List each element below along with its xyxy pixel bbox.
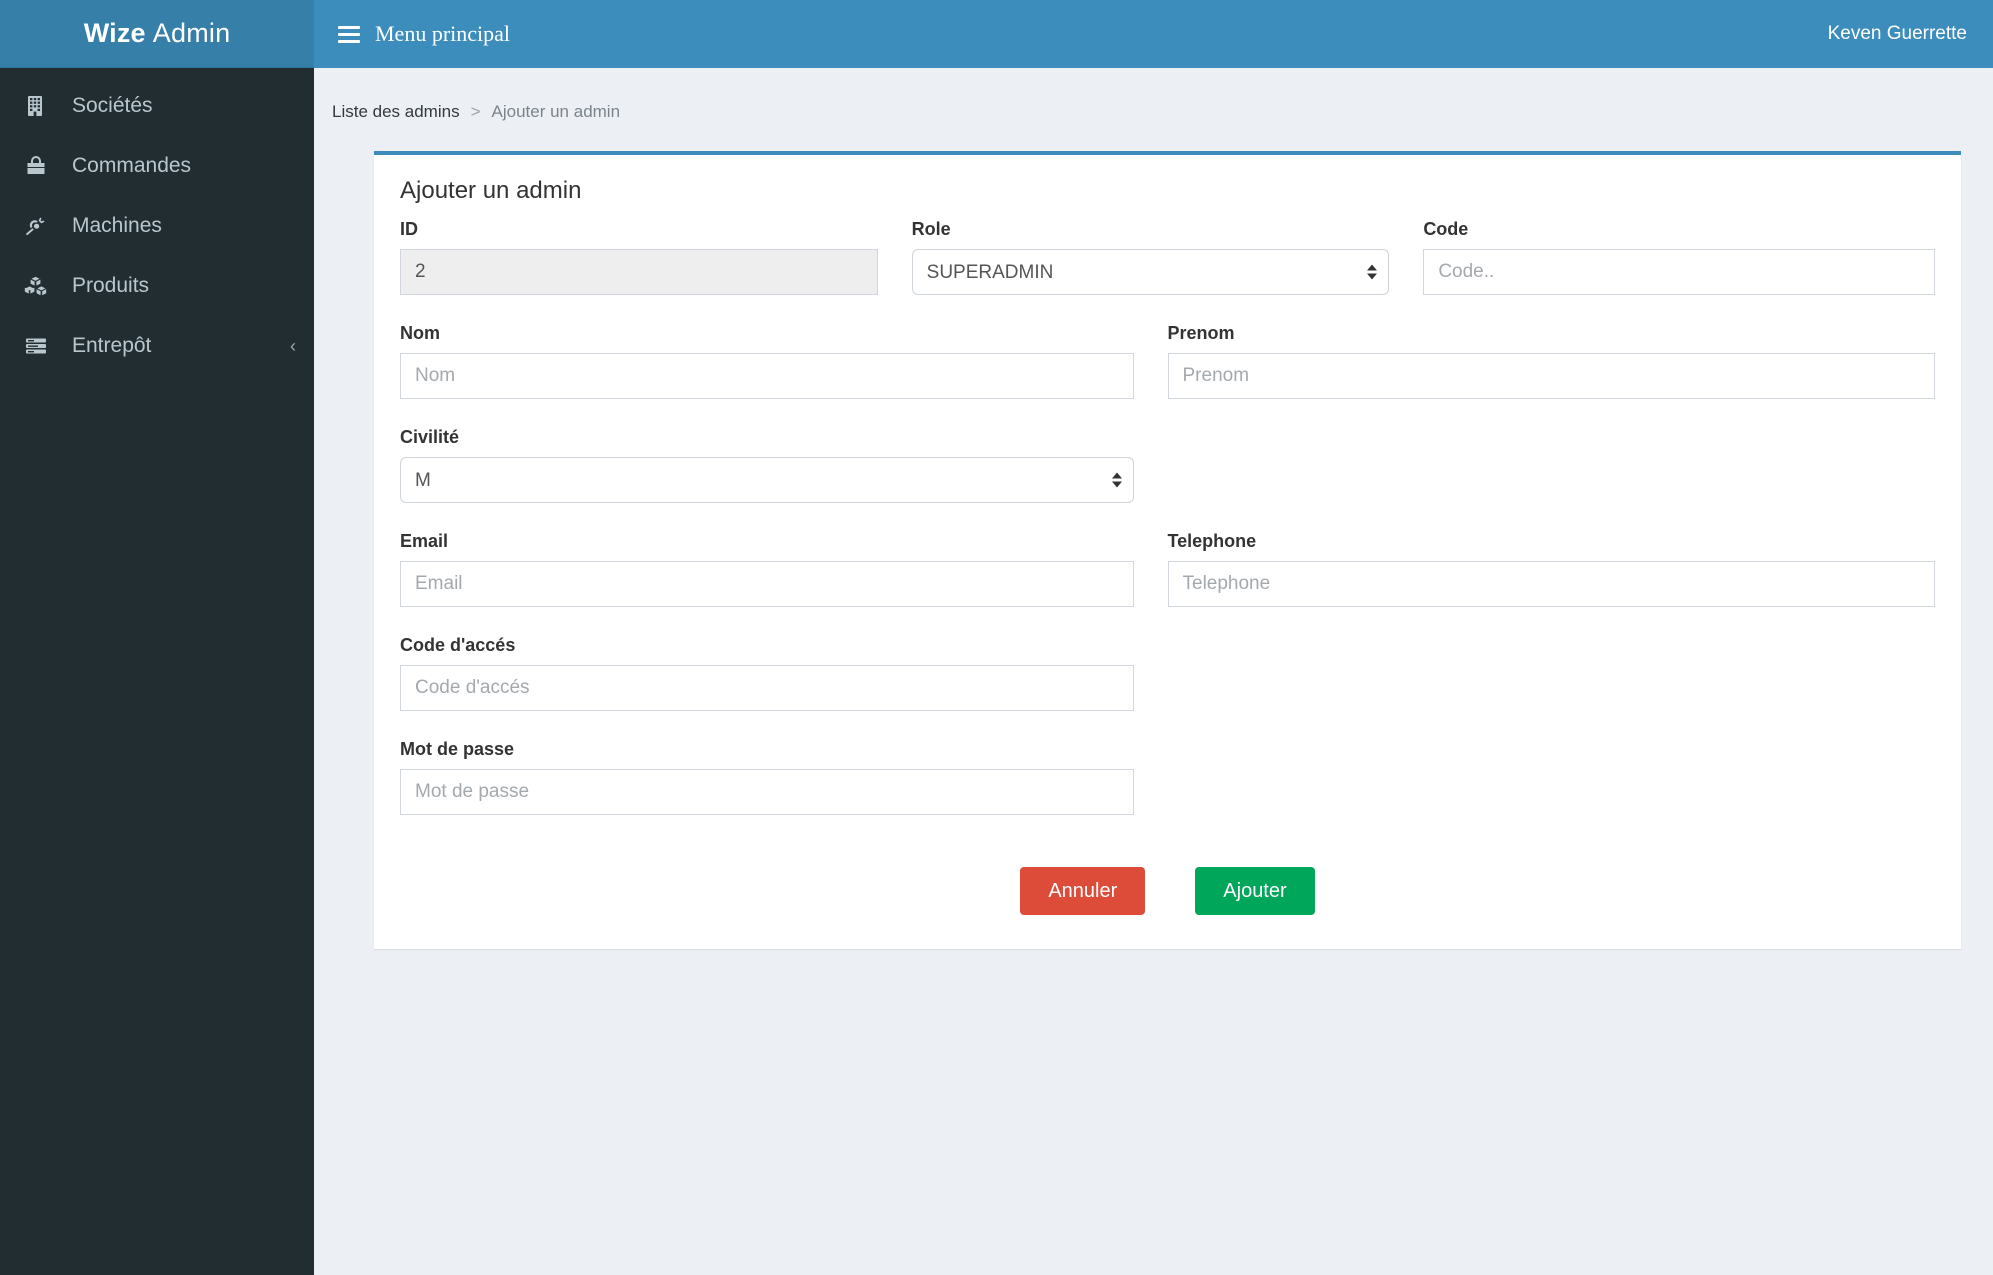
breadcrumb-parent-link[interactable]: Liste des admins [332,102,460,122]
code-input[interactable] [1423,249,1935,295]
form-actions: Annuler Ajouter [400,867,1935,915]
form-col-id: ID [400,219,912,317]
prenom-input[interactable] [1167,353,1935,399]
menu-title: Menu principal [375,21,511,46]
sidebar-nav: Sociétés Commandes Machines Produits Ent… [0,68,314,376]
cancel-button[interactable]: Annuler [1020,867,1146,915]
breadcrumb: Liste des admins > Ajouter un admin [314,68,1993,122]
sidebar-item-commandes[interactable]: Commandes [0,136,314,196]
form-col-civilite: Civilité M [400,427,1168,525]
card-header: Ajouter un admin [374,155,1961,211]
field-group-role: Role SUPERADMIN [911,219,1390,295]
form-col-nom: Nom [400,323,1168,421]
label-id: ID [400,219,418,239]
form-row-4: Email Telephone [400,531,1935,629]
field-group-prenom: Prenom [1167,323,1935,399]
sidebar-item-label-entrepot: Entrepôt [72,334,152,357]
label-mot-de-passe: Mot de passe [400,739,515,759]
form-col-telephone: Telephone [1167,531,1935,629]
field-group-code-acces: Code d'accés [400,635,1134,711]
admin-page: Wize Admin Sociétés Commandes Machines P… [0,0,1993,1275]
form-col-spacer-3 [1168,739,1936,837]
id-input [400,249,878,295]
form-col-spacer-2 [1168,635,1936,733]
submit-button[interactable]: Ajouter [1195,867,1315,915]
brand-name-light: Admin [152,18,231,48]
role-select[interactable]: SUPERADMIN [911,249,1390,295]
label-civilite: Civilité [400,427,460,447]
building-icon [24,93,58,119]
form-row-3: Civilité M [400,427,1935,525]
content-area: Liste des admins > Ajouter un admin Ajou… [314,68,1993,1275]
field-group-id: ID [400,219,878,295]
form-row-5: Code d'accés [400,635,1935,733]
field-group-telephone: Telephone [1167,531,1935,607]
field-group-email: Email [400,531,1134,607]
add-admin-card: Ajouter un admin ID Role [374,151,1961,949]
page-title: Ajouter un admin [400,177,582,204]
code-acces-input[interactable] [400,665,1134,711]
sidebar-item-label-machines: Machines [72,214,162,237]
field-group-nom: Nom [400,323,1134,399]
telephone-input[interactable] [1167,561,1935,607]
sidebar-item-produits[interactable]: Produits [0,256,314,316]
sidebar: Wize Admin Sociétés Commandes Machines P… [0,0,314,1275]
form-col-email: Email [400,531,1168,629]
cubes-icon [24,273,58,299]
civilite-select-wrap: M [400,457,1134,503]
civilite-select[interactable]: M [400,457,1134,503]
add-admin-form: ID Role SUPERADMIN [374,211,1961,949]
form-col-code: Code [1423,219,1935,317]
sidebar-item-entrepot[interactable]: Entrepôt ‹ [0,316,314,376]
sidebar-item-machines[interactable]: Machines [0,196,314,256]
breadcrumb-separator: > [470,102,481,121]
sidebar-item-label-produits: Produits [72,274,150,297]
label-code: Code [1423,219,1469,239]
label-email: Email [400,531,449,551]
brand-logo[interactable]: Wize Admin [0,0,314,68]
field-group-mot-de-passe: Mot de passe [400,739,1134,815]
form-col-spacer-1 [1168,427,1936,525]
role-select-wrap: SUPERADMIN [911,249,1390,295]
field-group-code: Code [1423,219,1935,295]
email-input[interactable] [400,561,1134,607]
shopping-bag-icon [24,153,58,179]
form-row-6: Mot de passe [400,739,1935,837]
mot-de-passe-input[interactable] [400,769,1134,815]
form-col-code-acces: Code d'accés [400,635,1168,733]
user-menu[interactable]: Keven Guerrette [1828,23,1993,45]
label-prenom: Prenom [1167,323,1235,343]
label-role: Role [911,219,951,239]
form-row-2: Nom Prenom [400,323,1935,421]
server-icon [24,333,58,359]
menu-toggle-button[interactable]: Menu principal [314,0,532,68]
nom-input[interactable] [400,353,1134,399]
field-group-civilite: Civilité M [400,427,1134,503]
label-telephone: Telephone [1167,531,1257,551]
hamburger-icon [338,25,360,43]
sidebar-item-label-commandes: Commandes [72,154,192,177]
form-col-role: Role SUPERADMIN [911,219,1424,317]
chevron-left-icon[interactable]: ‹ [290,337,296,355]
sidebar-item-label-societes: Sociétés [72,94,153,117]
form-col-mot-de-passe: Mot de passe [400,739,1168,837]
plug-icon [24,213,58,239]
form-row-1: ID Role SUPERADMIN [400,219,1935,317]
brand-name-bold: Wize [83,18,146,48]
form-col-prenom: Prenom [1167,323,1935,421]
label-nom: Nom [400,323,440,343]
breadcrumb-current: Ajouter un admin [491,102,621,121]
top-header: Menu principal Keven Guerrette [314,0,1993,68]
label-code-acces: Code d'accés [400,635,516,655]
sidebar-item-societes[interactable]: Sociétés [0,76,314,136]
